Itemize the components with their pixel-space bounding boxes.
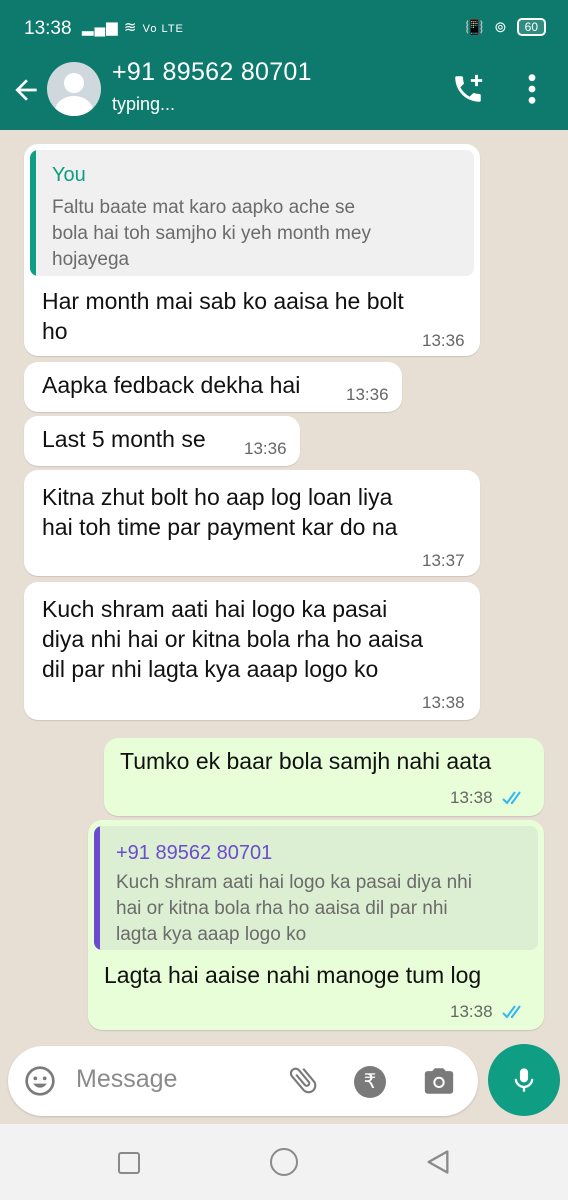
message-time: 13:36 xyxy=(346,385,389,404)
quoted-message[interactable]: You Faltu baate mat karo aapko ache se b… xyxy=(30,150,474,276)
back-arrow-icon[interactable] xyxy=(10,74,42,106)
status-icons: 📳 ⊚ 60 xyxy=(465,18,546,36)
quoted-text-line: hojayega xyxy=(52,249,130,270)
message-bubble[interactable]: Aapka fedback dekha hai 13:36 xyxy=(24,362,402,412)
message-text-line: Kitna zhut bolt ho aap log loan liya xyxy=(42,484,393,510)
voice-record-button[interactable] xyxy=(488,1044,560,1116)
message-bubble-outgoing[interactable]: Tumko ek baar bola samjh nahi aata 13:38 xyxy=(104,738,544,816)
chat-header: +91 89562 80701 typing... xyxy=(0,58,568,130)
quoted-text-line: hai or kitna bola rha ho aaisa dil par n… xyxy=(116,898,448,919)
battery-level: 60 xyxy=(524,20,538,34)
back-button[interactable] xyxy=(424,1148,452,1176)
message-time: 13:38 xyxy=(422,693,465,712)
read-receipt-icon xyxy=(502,791,521,805)
status-time: 13:38 xyxy=(24,18,72,39)
signal-icon: ▂▄▆ ≋ Vo LTE xyxy=(82,19,184,36)
message-bubble[interactable]: You Faltu baate mat karo aapko ache se b… xyxy=(24,144,480,356)
quoted-author: You xyxy=(52,164,86,186)
system-navigation-bar xyxy=(0,1124,568,1200)
message-time: 13:36 xyxy=(244,439,287,458)
contact-name[interactable]: +91 89562 80701 xyxy=(112,58,312,87)
message-time: 13:38 xyxy=(450,788,493,807)
chat-screen: 13:38 ▂▄▆ ≋ Vo LTE 📳 ⊚ 60 +91 89562 8070… xyxy=(0,0,568,1200)
message-text-line: dil par nhi lagta kya aaap logo ko xyxy=(42,656,379,682)
home-button[interactable] xyxy=(270,1148,298,1176)
attach-icon[interactable] xyxy=(286,1063,320,1097)
microphone-icon xyxy=(514,1068,534,1092)
payment-icon[interactable]: ₹ xyxy=(354,1066,386,1098)
message-text-line: Kuch shram aati hai logo ka pasai xyxy=(42,596,388,622)
message-time: 13:38 xyxy=(450,1002,493,1021)
presence-status: typing... xyxy=(112,94,176,114)
message-text-line: Last 5 month se xyxy=(42,426,206,452)
message-bubble[interactable]: Kuch shram aati hai logo ka pasai diya n… xyxy=(24,582,480,720)
read-receipt-icon xyxy=(502,1005,521,1019)
battery-icon: 60 xyxy=(516,18,546,36)
camera-icon[interactable] xyxy=(422,1064,456,1098)
status-bar: 13:38 ▂▄▆ ≋ Vo LTE 📳 ⊚ 60 xyxy=(0,0,568,58)
message-text-line: diya nhi hai or kitna bola rha ho aaisa xyxy=(42,626,424,652)
message-input[interactable]: Message xyxy=(76,1065,177,1094)
quoted-text-line: lagta kya aaap logo ko xyxy=(116,924,307,945)
emoji-icon[interactable] xyxy=(24,1065,56,1097)
more-options-icon[interactable] xyxy=(522,72,542,106)
contact-avatar[interactable] xyxy=(47,62,101,116)
message-bubble[interactable]: Last 5 month se 13:36 xyxy=(24,416,300,466)
quoted-text-line: bola hai toh samjho ki yeh month mey xyxy=(52,223,371,244)
message-time: 13:37 xyxy=(422,551,465,570)
add-call-icon[interactable] xyxy=(450,72,486,106)
message-text-line: Har month mai sab ko aaisa he bolt xyxy=(42,288,404,314)
quoted-text-line: Kuch shram aati hai logo ka pasai diya n… xyxy=(116,872,472,893)
message-text-line: Aapka fedback dekha hai xyxy=(42,372,301,398)
message-text-line: ho xyxy=(42,318,68,344)
message-bubble[interactable]: Kitna zhut bolt ho aap log loan liya hai… xyxy=(24,470,480,576)
message-text-line: Lagta hai aaise nahi manoge tum log xyxy=(104,962,482,988)
message-text-line: hai toh time par payment kar do na xyxy=(42,514,398,540)
vibrate-icon: 📳 xyxy=(465,19,485,36)
message-bubble-outgoing[interactable]: +91 89562 80701 Kuch shram aati hai logo… xyxy=(88,820,544,1030)
alarm-icon: ⊚ xyxy=(494,19,507,36)
message-time: 13:36 xyxy=(422,331,465,350)
message-composer[interactable]: Message ₹ xyxy=(8,1046,478,1116)
network-label: Vo LTE xyxy=(142,23,184,35)
recents-button[interactable] xyxy=(118,1152,140,1174)
quoted-message[interactable]: +91 89562 80701 Kuch shram aati hai logo… xyxy=(94,826,538,950)
quoted-author: +91 89562 80701 xyxy=(116,842,273,864)
message-text-line: Tumko ek baar bola samjh nahi aata xyxy=(120,748,492,774)
quoted-text-line: Faltu baate mat karo aapko ache se xyxy=(52,197,356,218)
